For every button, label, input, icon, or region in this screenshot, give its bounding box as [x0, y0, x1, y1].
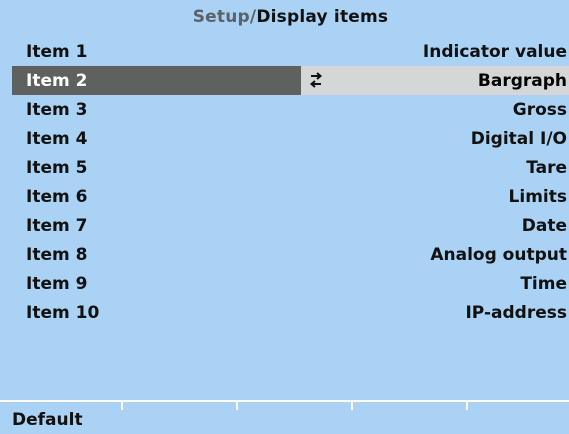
- list-item-9[interactable]: Item 9 Time: [12, 269, 569, 298]
- item-value: Gross: [512, 99, 567, 120]
- title-text: Display items: [256, 6, 389, 27]
- item-value: Tare: [526, 157, 567, 178]
- item-label: Item 2: [12, 66, 301, 95]
- list-item-2-selected[interactable]: Item 2 Bargraph: [12, 66, 569, 95]
- softkey-divider: [466, 402, 468, 410]
- swap-arrows-icon: [309, 72, 323, 88]
- default-softkey[interactable]: Default: [12, 410, 83, 430]
- item-label: Item 6: [26, 186, 88, 207]
- item-value: Date: [521, 215, 567, 236]
- item-value: Bargraph: [477, 70, 567, 91]
- item-value: Indicator value: [422, 41, 567, 62]
- item-value: Analog output: [430, 244, 567, 265]
- page-title: Setup / Display items: [12, 0, 569, 33]
- list-item-5[interactable]: Item 5 Tare: [12, 153, 569, 182]
- item-value: Limits: [508, 186, 567, 207]
- list-item-3[interactable]: Item 3 Gross: [12, 95, 569, 124]
- item-label: Item 4: [26, 128, 88, 149]
- softkey-bar: Default: [0, 400, 569, 434]
- softkey-divider: [236, 402, 238, 410]
- item-label: Item 3: [26, 99, 88, 120]
- display-items-list: Item 1 Indicator value Item 2 Bargraph I…: [12, 37, 569, 327]
- item-label: Item 10: [26, 302, 100, 323]
- softkey-divider: [121, 402, 123, 410]
- list-item-7[interactable]: Item 7 Date: [12, 211, 569, 240]
- list-item-4[interactable]: Item 4 Digital I/O: [12, 124, 569, 153]
- item-value: Digital I/O: [470, 128, 567, 149]
- list-item-6[interactable]: Item 6 Limits: [12, 182, 569, 211]
- item-value: Time: [520, 273, 567, 294]
- item-value-selector[interactable]: Bargraph: [301, 66, 569, 95]
- item-label: Item 9: [26, 273, 88, 294]
- list-item-1[interactable]: Item 1 Indicator value: [12, 37, 569, 66]
- item-value: IP-address: [465, 302, 567, 323]
- item-label: Item 1: [26, 41, 88, 62]
- item-label: Item 8: [26, 244, 88, 265]
- softkey-divider: [351, 402, 353, 410]
- list-item-8[interactable]: Item 8 Analog output: [12, 240, 569, 269]
- title-prefix: Setup: [192, 6, 250, 27]
- item-label: Item 7: [26, 215, 88, 236]
- list-item-10[interactable]: Item 10 IP-address: [12, 298, 569, 327]
- item-label: Item 5: [26, 157, 88, 178]
